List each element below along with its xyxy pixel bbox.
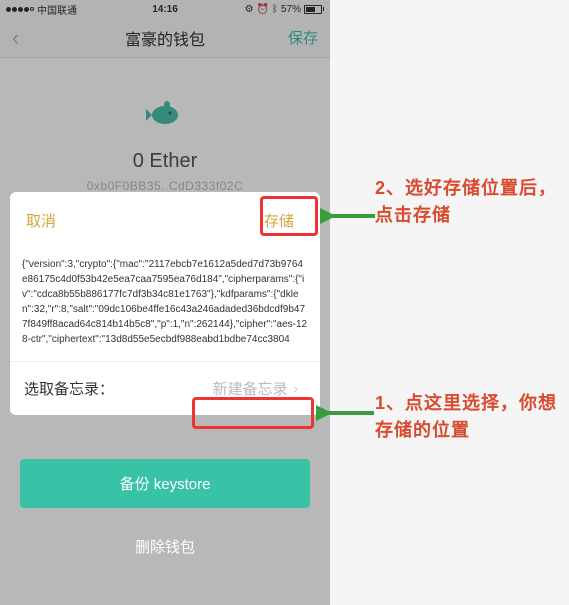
modal-footer: 选取备忘录： 新建备忘录 › [10, 361, 320, 415]
annotation-step2: 2、选好存储位置后，点击存储 [375, 175, 569, 229]
delete-button[interactable]: 删除钱包 [20, 522, 310, 571]
memo-select[interactable]: 新建备忘录 › [205, 374, 306, 403]
keystore-json: {"version":3,"crypto":{"mac":"2117ebcb7e… [10, 249, 320, 361]
chevron-right-icon: › [294, 381, 298, 396]
memo-label: 选取备忘录： [24, 378, 114, 399]
export-modal: 取消 存储 {"version":3,"crypto":{"mac":"2117… [10, 192, 320, 415]
arrow-to-memo [316, 403, 374, 423]
bottom-buttons: 备份 keystore 删除钱包 [20, 459, 310, 585]
save-button[interactable]: 存储 [254, 206, 304, 235]
modal-header: 取消 存储 [10, 192, 320, 249]
cancel-button[interactable]: 取消 [26, 210, 56, 231]
backup-button[interactable]: 备份 keystore [20, 459, 310, 508]
annotation-step1: 1、点这里选择，你想存储的位置 [375, 390, 569, 444]
memo-select-label: 新建备忘录 [213, 378, 288, 399]
arrow-to-save [320, 206, 375, 226]
